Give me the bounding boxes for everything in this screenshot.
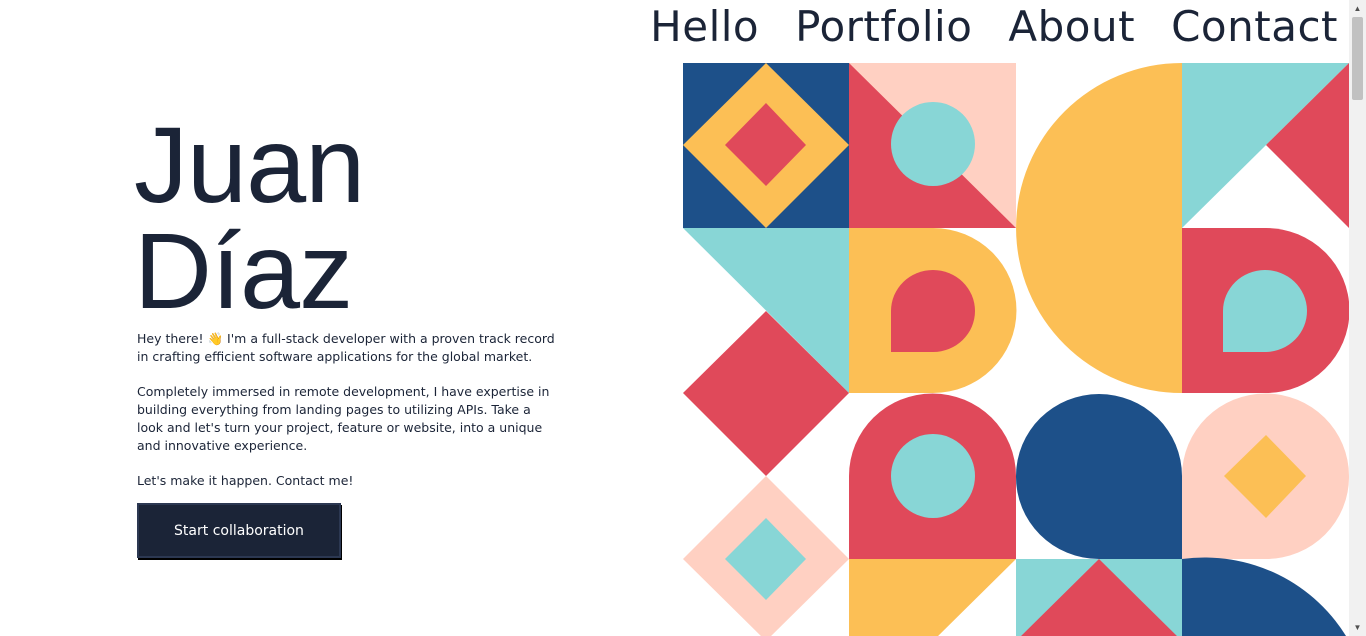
tile-teal-red-triangle xyxy=(1016,559,1182,636)
intro-paragraph-1: Hey there! 👋 I'm a full-stack developer … xyxy=(137,331,555,364)
hero-last-name: Díaz xyxy=(134,210,353,331)
hero-name: Juan Díaz xyxy=(134,111,365,325)
start-collaboration-button[interactable]: Start collaboration xyxy=(137,503,341,558)
tile-yellow-half-circle xyxy=(1016,63,1182,393)
geometric-pattern-illustration xyxy=(683,63,1349,636)
tile-peach-circle xyxy=(849,63,1016,228)
hero-first-name: Juan xyxy=(134,104,365,225)
page-scrollbar[interactable]: ▲ ▼ xyxy=(1349,0,1366,636)
scrollbar-thumb[interactable] xyxy=(1352,17,1363,100)
nav-link-hello[interactable]: Hello xyxy=(650,0,759,54)
tile-yellow-d xyxy=(849,228,1017,393)
top-nav: Hello Portfolio About Contact xyxy=(650,0,1338,54)
tile-navy-diamond xyxy=(683,63,849,228)
intro-paragraph-3: Let's make it happen. Contact me! xyxy=(137,473,354,488)
tile-red-d xyxy=(1182,228,1349,393)
tile-navy-quarter-circle xyxy=(1182,557,1346,636)
nav-link-contact[interactable]: Contact xyxy=(1171,0,1338,54)
tile-teal-red-diamond xyxy=(683,228,849,476)
tile-teal-triangles xyxy=(1182,63,1349,228)
tile-peach-teal-diamond xyxy=(683,476,849,636)
tile-peach-diamond xyxy=(1182,393,1349,559)
tile-navy-drop xyxy=(1015,394,1182,559)
tile-red-arch xyxy=(849,393,1016,559)
nav-link-about[interactable]: About xyxy=(1008,0,1135,54)
nav-link-portfolio[interactable]: Portfolio xyxy=(795,0,972,54)
tile-yellow-triangle xyxy=(849,559,1016,636)
scroll-up-icon[interactable]: ▲ xyxy=(1349,0,1366,17)
intro-paragraph-2: Completely immersed in remote developmen… xyxy=(137,384,550,453)
scroll-down-icon[interactable]: ▼ xyxy=(1349,619,1366,636)
intro-text: Hey there! 👋 I'm a full-stack developer … xyxy=(137,330,557,507)
